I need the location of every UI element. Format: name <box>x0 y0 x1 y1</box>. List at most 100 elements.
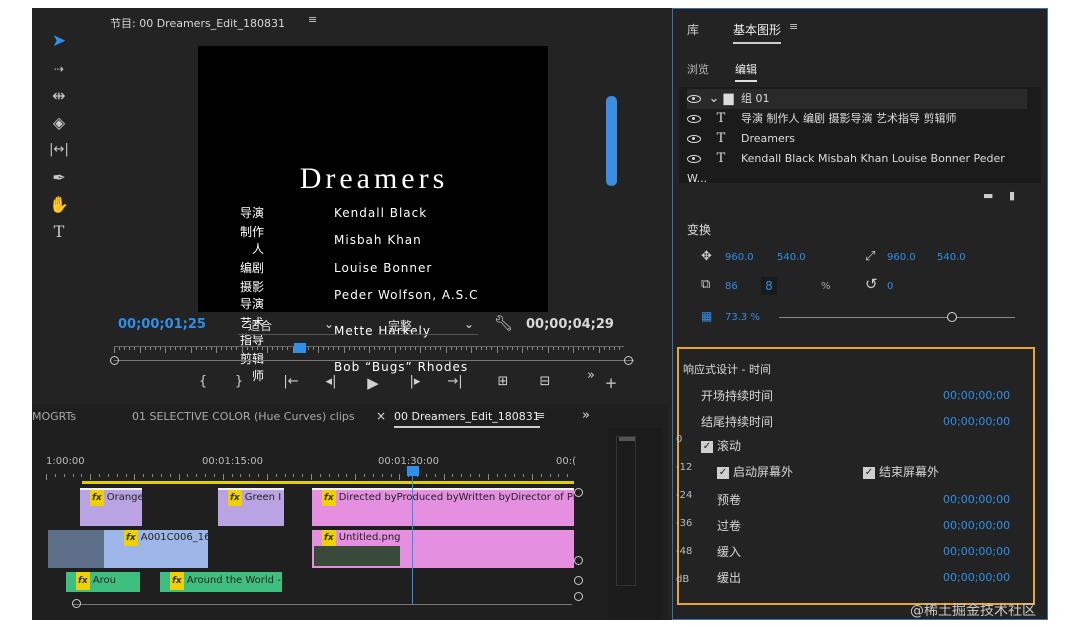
hand-tool-icon[interactable]: ✋ <box>46 194 72 216</box>
go-to-in-icon[interactable]: |← <box>280 374 302 389</box>
clip-audio-around-world[interactable]: fxAround the World - Sc <box>160 572 282 592</box>
opacity-slider-handle[interactable] <box>946 312 957 322</box>
track-scroll-handle[interactable] <box>574 556 583 565</box>
panel-menu-icon[interactable]: ≡ <box>789 20 798 33</box>
ruler-tick <box>578 347 580 350</box>
postroll-value[interactable]: 00;00;00;00 <box>943 519 1010 532</box>
opacity-slider[interactable] <box>779 312 1015 322</box>
new-layer-icon[interactable]: ▮ <box>1009 189 1015 202</box>
monitor-scrollbar[interactable] <box>606 96 617 186</box>
opacity-value[interactable]: 73.3 % <box>725 312 760 323</box>
monitor-zoom-bar[interactable] <box>110 356 634 365</box>
start-offscreen-checkbox[interactable]: ✓ 启动屏幕外 <box>717 463 793 480</box>
layer-item[interactable]: ⌄ ▆ 组 01 <box>687 89 1027 109</box>
new-group-icon[interactable]: ▬ <box>983 189 993 202</box>
monitor-time-ruler[interactable] <box>114 343 624 358</box>
ease-out-value[interactable]: 00;00;00;00 <box>943 571 1010 584</box>
ruler-tick <box>558 474 560 477</box>
ruler-tick <box>588 347 590 350</box>
intro-duration-value[interactable]: 00;00;00;00 <box>943 389 1010 402</box>
step-forward-icon[interactable]: |▸ <box>404 374 426 389</box>
work-area-bar[interactable] <box>82 481 574 484</box>
selection-tool-icon[interactable]: ➤ <box>46 30 72 52</box>
eye-icon[interactable] <box>687 115 701 123</box>
layer-item[interactable]: T Kendall Black Misbah Khan Louise Bonner… <box>687 149 1027 185</box>
wrench-icon[interactable]: 🔧︎ <box>494 314 513 332</box>
position-y[interactable]: 540.0 <box>777 252 806 263</box>
tab-active-sequence[interactable]: 00 Dreamers_Edit_180831 <box>394 410 540 428</box>
eye-icon[interactable] <box>687 135 701 143</box>
clip-video-a001[interactable]: fx A001C006_16( <box>48 530 208 568</box>
ruler-tick <box>455 347 457 350</box>
track-scroll-handle[interactable] <box>574 488 583 497</box>
eye-icon[interactable] <box>687 95 701 103</box>
ruler-tick <box>514 474 516 477</box>
ripple-edit-tool-icon[interactable]: ⇹ <box>46 85 72 107</box>
ruler-tick <box>363 347 365 350</box>
track-scroll-handle[interactable] <box>574 576 583 585</box>
ruler-tick <box>287 347 289 350</box>
current-timecode[interactable]: 00;00;01;25 <box>118 317 206 332</box>
ruler-tick <box>506 347 508 350</box>
ruler-label: 00:( <box>556 456 576 467</box>
go-to-out-icon[interactable]: →| <box>444 374 466 389</box>
ruler-label: 00:01:15:00 <box>202 456 264 467</box>
layer-item[interactable]: T Dreamers <box>687 129 1027 149</box>
mark-in-icon[interactable]: { <box>192 374 214 389</box>
rotation-value[interactable]: 0 <box>887 281 893 292</box>
zoom-handle-left[interactable] <box>72 599 81 608</box>
tab-essential-graphics[interactable]: 基本图形 <box>733 21 782 44</box>
more-panels-icon[interactable]: » <box>582 408 590 423</box>
timeline-zoom-bar[interactable] <box>72 599 572 608</box>
layer-item[interactable]: T 导演 制作人 编剧 摄影导演 艺术指导 剪辑师 <box>687 109 1027 129</box>
preroll-value[interactable]: 00;00;00;00 <box>943 493 1010 506</box>
playhead-marker[interactable] <box>294 343 306 353</box>
ease-in-value[interactable]: 00;00;00;00 <box>943 545 1010 558</box>
outro-duration-value[interactable]: 00;00;00;00 <box>943 415 1010 428</box>
preroll-label: 预卷 <box>717 493 742 507</box>
track-select-tool-icon[interactable]: ⇢ <box>46 58 72 80</box>
timeline-menu-icon[interactable]: ≡ <box>536 409 545 422</box>
clip-orange[interactable]: fx Orange <box>80 488 142 526</box>
track-scroll-handle[interactable] <box>574 592 583 601</box>
play-icon[interactable]: ▶ <box>362 374 384 392</box>
subtab-edit[interactable]: 编辑 <box>735 61 757 82</box>
clip-audio-short[interactable]: fx Arou <box>66 572 140 592</box>
close-tab-icon[interactable]: × <box>376 409 386 423</box>
add-button-icon[interactable]: + <box>600 374 622 392</box>
ruler-tick <box>435 347 437 350</box>
zoom-handle-right[interactable] <box>624 356 633 365</box>
end-offscreen-label: 结束屏幕外 <box>879 465 940 479</box>
timeline-playhead[interactable] <box>407 466 419 476</box>
extract-icon[interactable]: ⊟ <box>534 374 556 389</box>
quality-select[interactable]: 完整 ⌄ <box>378 317 478 335</box>
zoom-handle-left[interactable] <box>110 356 119 365</box>
clip-untitled-png[interactable]: fx Untitled.png <box>312 530 574 568</box>
clip-credits-graphic[interactable]: fx Directed byProduced byWritten byDirect… <box>312 488 574 526</box>
tab-mogrts[interactable]: MOGRTs <box>32 410 76 423</box>
mark-out-icon[interactable]: } <box>228 374 250 389</box>
lift-icon[interactable]: ⊞ <box>492 374 514 389</box>
type-tool-icon[interactable]: T <box>46 221 72 243</box>
eye-icon[interactable] <box>687 155 701 163</box>
step-back-icon[interactable]: ◂| <box>320 374 342 389</box>
anchor-x[interactable]: 960.0 <box>887 252 916 263</box>
link-scale-icon[interactable]: 8 <box>761 277 777 295</box>
ruler-tick <box>384 347 386 350</box>
subtab-browse[interactable]: 浏览 <box>687 61 709 77</box>
end-offscreen-checkbox[interactable]: ✓ 结束屏幕外 <box>863 463 939 480</box>
clip-green[interactable]: fx Green I <box>218 488 284 526</box>
tab-library[interactable]: 库 <box>687 21 699 38</box>
anchor-y[interactable]: 540.0 <box>937 252 966 263</box>
position-x[interactable]: 960.0 <box>725 252 754 263</box>
roll-checkbox[interactable]: ✓ 滚动 <box>701 437 741 454</box>
scale-value[interactable]: 86 <box>725 281 738 292</box>
slip-tool-icon[interactable]: |↔| <box>46 139 72 161</box>
ruler-tick <box>185 347 187 350</box>
fit-select[interactable]: 适合 ⌄ <box>238 317 338 335</box>
more-controls-icon[interactable]: » <box>580 368 602 383</box>
pen-tool-icon[interactable]: ✒ <box>46 167 72 189</box>
tab-selective-color[interactable]: 01 SELECTIVE COLOR (Hue Curves) clips <box>132 410 355 423</box>
monitor-menu-icon[interactable]: ≡ <box>308 13 317 26</box>
razor-tool-icon[interactable]: ◈ <box>46 112 72 134</box>
